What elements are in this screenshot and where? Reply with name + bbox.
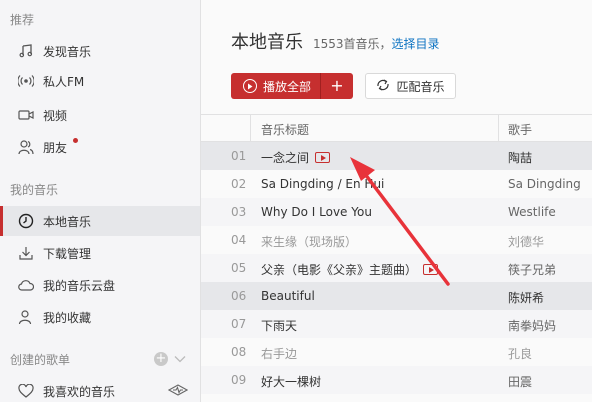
song-title: 一念之间 [261,149,331,166]
match-music-label: 匹配音乐 [396,79,445,94]
row-number: 04 [231,233,247,247]
artist-name[interactable]: 刘德华 [508,233,544,250]
song-table: 音乐标题 歌手 01 一念之间 陶喆 02 Sa Dingding / En H… [201,114,592,394]
sidebar-item-label: 我喜欢的音乐 [43,384,116,399]
column-header-title[interactable]: 音乐标题 [261,121,309,138]
song-title: Why Do I Love You [261,205,372,219]
song-count-text: 1553首音乐， [313,37,392,51]
song-title: Sa Dingding / En Hui [261,177,385,191]
row-number: 03 [231,205,247,219]
artist-name[interactable]: Westlife [508,205,556,219]
song-count: 1553首音乐，选择目录 [313,35,440,52]
row-number: 02 [231,177,247,191]
row-number: 08 [231,345,247,359]
table-row[interactable]: 02 Sa Dingding / En Hui Sa Dingding [201,170,592,198]
refresh-icon [376,78,390,94]
sidebar-item-label: 私人FM [43,74,85,89]
radio-icon [18,73,34,89]
song-title: Beautiful [261,289,315,303]
add-to-queue-button[interactable]: + [321,73,353,99]
column-divider[interactable] [498,115,499,143]
table-row[interactable]: 08 右手边 孔良 [201,338,592,366]
notification-dot [73,138,78,143]
song-title: 来生缘（现场版） [261,235,358,249]
download-icon [18,245,34,261]
table-row[interactable]: 04 来生缘（现场版） 刘德华 [201,226,592,254]
artist-name[interactable]: 南拳妈妈 [508,317,556,334]
heart-icon [18,383,34,399]
sidebar-item-label: 我的音乐云盘 [43,278,116,293]
artist-name[interactable]: Sa Dingding [508,177,581,191]
artist-name[interactable]: 孔良 [508,345,532,362]
chevron-down-icon[interactable] [174,352,186,366]
artist-name[interactable]: 陶喆 [508,149,532,166]
table-header: 音乐标题 歌手 [201,114,592,143]
song-title: 下雨天 [261,319,298,333]
sidebar-item-label: 视频 [43,108,68,123]
friends-icon [18,139,34,155]
clock-icon [18,213,34,229]
sidebar-item-discover[interactable]: 发现音乐 [0,36,200,66]
add-playlist-icon[interactable]: + [154,352,168,366]
mv-icon[interactable] [423,264,439,275]
song-title: 父亲（电影《父亲》主题曲） [261,261,439,278]
sidebar-item-downloads[interactable]: 下载管理 [0,238,200,268]
heartbeat-mode-icon[interactable] [167,384,189,399]
play-all-button[interactable]: 播放全部 [231,73,321,99]
artist-name[interactable]: 筷子兄弟 [508,261,556,278]
row-number: 06 [231,289,247,303]
sidebar-item-label: 下载管理 [43,246,92,261]
video-icon [18,107,34,123]
column-divider[interactable] [250,115,251,143]
table-row[interactable]: 03 Why Do I Love You Westlife [201,198,592,226]
playlist-tools: + [154,352,186,366]
artist-name[interactable]: 陈妍希 [508,289,544,306]
sidebar-item-fm[interactable]: 私人FM [0,66,200,96]
play-all-button-group: 播放全部 + [231,73,353,99]
table-row[interactable]: 07 下雨天 南拳妈妈 [201,310,592,338]
artist-name[interactable]: 田震 [508,373,532,390]
section-title-playlists: 创建的歌单 [10,353,71,367]
main-content: 本地音乐 1553首音乐，选择目录 播放全部 + 匹配音乐 音乐标题 歌手 01… [201,0,592,402]
sidebar-item-collection[interactable]: 我的收藏 [0,302,200,332]
table-row[interactable]: 09 好大一棵树 田震 [201,366,592,394]
sidebar-item-local-music[interactable]: 本地音乐 [0,206,200,236]
section-title-recommend: 推荐 [10,13,35,27]
sidebar-item-friends[interactable]: 朋友 [0,132,200,162]
sidebar-item-label: 朋友 [43,140,68,155]
song-title: 好大一棵树 [261,375,322,389]
collection-icon [18,309,34,325]
sidebar-item-video[interactable]: 视频 [0,100,200,130]
page-title: 本地音乐 [231,32,303,53]
music-note-icon [18,43,34,59]
select-directory-link[interactable]: 选择目录 [392,37,440,51]
play-icon [243,79,257,93]
mv-icon[interactable] [315,152,331,163]
play-all-label: 播放全部 [263,79,312,94]
cloud-icon [18,277,34,293]
sidebar-item-label: 发现音乐 [43,44,92,59]
column-header-artist[interactable]: 歌手 [508,121,532,138]
sidebar-item-label: 本地音乐 [43,214,92,229]
section-title-mymusic: 我的音乐 [10,183,59,197]
table-row[interactable]: 06 Beautiful 陈妍希 [201,282,592,310]
row-number: 05 [231,261,247,275]
sidebar: 推荐 发现音乐 私人FM 视频 朋友 我的音乐 本地音乐 下载管理 我的音乐云盘… [0,0,201,402]
song-title: 右手边 [261,347,298,361]
match-music-button[interactable]: 匹配音乐 [365,73,456,99]
row-number: 01 [231,149,247,163]
table-row[interactable]: 01 一念之间 陶喆 [201,142,592,170]
sidebar-item-cloud[interactable]: 我的音乐云盘 [0,270,200,300]
sidebar-item-label: 我的收藏 [43,310,92,325]
table-row[interactable]: 05 父亲（电影《父亲》主题曲） 筷子兄弟 [201,254,592,282]
row-number: 09 [231,373,247,387]
row-number: 07 [231,317,247,331]
